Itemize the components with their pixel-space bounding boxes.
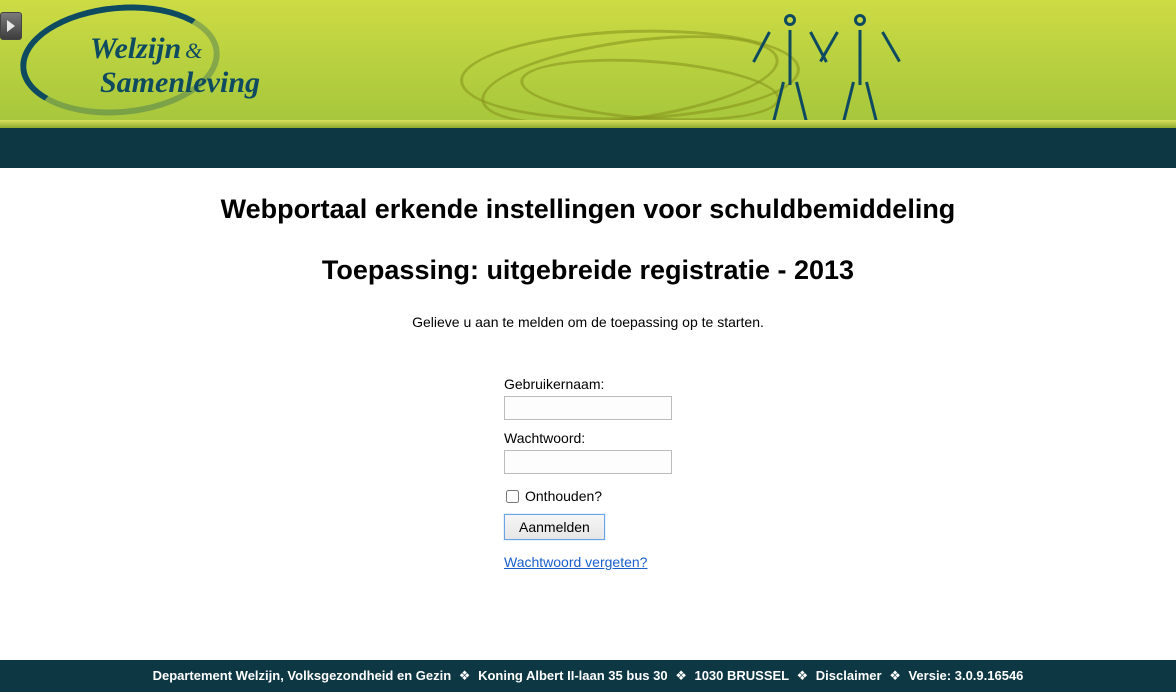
password-input[interactable]: [504, 450, 672, 474]
figure-icon: [830, 8, 890, 120]
header-banner: Welzijn & Samenleving: [0, 0, 1176, 120]
remember-label: Onthouden?: [525, 488, 602, 504]
forgot-password-link[interactable]: Wachtwoord vergeten?: [504, 554, 647, 570]
remember-checkbox[interactable]: [506, 490, 519, 503]
footer-department: Departement Welzijn, Volksgezondheid en …: [153, 668, 452, 683]
page-subtitle: Toepassing: uitgebreide registratie - 20…: [0, 255, 1176, 286]
logo-line1: Welzijn: [90, 32, 181, 65]
nav-bar: [0, 128, 1176, 168]
separator-icon: ❖: [459, 668, 471, 683]
page-title: Webportaal erkende instellingen voor sch…: [0, 194, 1176, 225]
instruction-text: Gelieve u aan te melden om de toepassing…: [0, 314, 1176, 330]
logo-text: Welzijn & Samenleving: [90, 32, 260, 100]
logo-ampersand: &: [185, 38, 202, 63]
password-label: Wachtwoord:: [504, 430, 672, 446]
play-icon[interactable]: [0, 12, 22, 40]
separator-icon: ❖: [675, 668, 687, 683]
login-button[interactable]: Aanmelden: [504, 514, 605, 540]
separator-icon: ❖: [889, 668, 901, 683]
footer-version: Versie: 3.0.9.16546: [908, 668, 1023, 683]
username-label: Gebruikernaam:: [504, 376, 672, 392]
disclaimer-link[interactable]: Disclaimer: [816, 668, 882, 683]
footer: Departement Welzijn, Volksgezondheid en …: [0, 660, 1176, 692]
separator-icon: ❖: [797, 668, 809, 683]
username-input[interactable]: [504, 396, 672, 420]
header-strip: [0, 120, 1176, 128]
main-content: Webportaal erkende instellingen voor sch…: [0, 168, 1176, 572]
footer-address1: Koning Albert II-laan 35 bus 30: [478, 668, 668, 683]
figure-icon: [760, 8, 820, 120]
login-form: Gebruikernaam: Wachtwoord: Onthouden? Aa…: [504, 376, 672, 570]
logo-line2: Samenleving: [100, 66, 260, 99]
footer-address2: 1030 BRUSSEL: [694, 668, 788, 683]
